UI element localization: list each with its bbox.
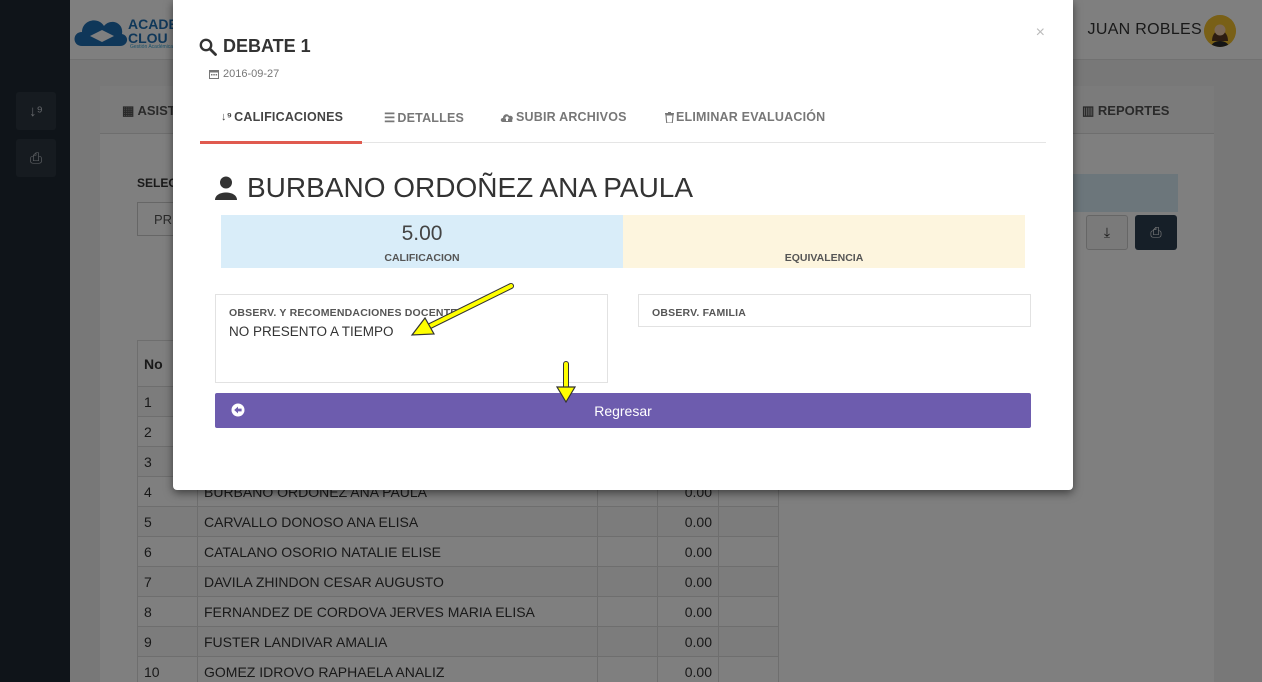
family-observation-label: OBSERV. FAMILIA: [652, 307, 747, 319]
tab-subir-archivos-label: SUBIR ARCHIVOS: [516, 110, 627, 124]
search-icon: [199, 38, 217, 56]
tab-calificaciones-label: CALIFICACIONES: [234, 110, 344, 124]
tab-subir-archivos[interactable]: SUBIR ARCHIVOS: [500, 110, 627, 124]
back-button[interactable]: Regresar: [215, 393, 1031, 428]
list-icon: ☰: [384, 111, 396, 125]
close-icon[interactable]: ×: [1036, 24, 1045, 42]
modal-title-text: DEBATE 1: [223, 36, 311, 56]
tab-detalles[interactable]: ☰ DETALLES: [384, 110, 465, 126]
tab-calificaciones[interactable]: ↓⁹ CALIFICACIONES: [221, 110, 343, 124]
arrow-circle-left-icon: [231, 403, 245, 417]
annotation-arrow-back-icon: [555, 361, 577, 404]
tab-eliminar-evaluacion-label: ELIMINAR EVALUACIÓN: [676, 110, 826, 124]
student-name-text: BURBANO ORDOÑEZ ANA PAULA: [247, 172, 694, 203]
equivalence-label: EQUIVALENCIA: [784, 252, 864, 264]
modal-tabs: ↓⁹ CALIFICACIONES ☰ DETALLES SUBIR ARCHI…: [200, 96, 1046, 144]
student-name: BURBANO ORDOÑEZ ANA PAULA: [215, 172, 693, 204]
annotation-arrow-observation-icon: [410, 283, 514, 336]
tab-detalles-label: DETALLES: [397, 110, 465, 125]
equivalence-panel: EQUIVALENCIA: [623, 215, 1025, 268]
cloud-upload-icon: [500, 113, 513, 122]
evaluation-date-text: 2016-09-27: [223, 68, 280, 80]
user-icon: [215, 176, 237, 200]
trash-icon: [665, 111, 674, 123]
back-button-label: Regresar: [594, 402, 652, 419]
modal-title: DEBATE 1: [199, 36, 311, 57]
grade-label: CALIFICACION: [384, 252, 460, 264]
evaluation-modal: DEBATE 1 × 2016-09-27 ↓⁹ CALIFICACIONES …: [173, 0, 1073, 490]
active-tab-indicator: [200, 141, 362, 144]
grade-value: 5.00: [401, 222, 443, 245]
family-observation-box[interactable]: OBSERV. FAMILIA: [638, 294, 1031, 327]
teacher-observation-value: NO PRESENTO A TIEMPO: [229, 324, 394, 339]
sort-numeric-icon: ↓⁹: [221, 111, 233, 123]
grade-panel: 5.00 CALIFICACION: [221, 215, 623, 268]
calendar-icon: [209, 70, 219, 79]
tab-eliminar-evaluacion[interactable]: ELIMINAR EVALUACIÓN: [665, 110, 825, 124]
evaluation-date: 2016-09-27: [209, 68, 279, 80]
